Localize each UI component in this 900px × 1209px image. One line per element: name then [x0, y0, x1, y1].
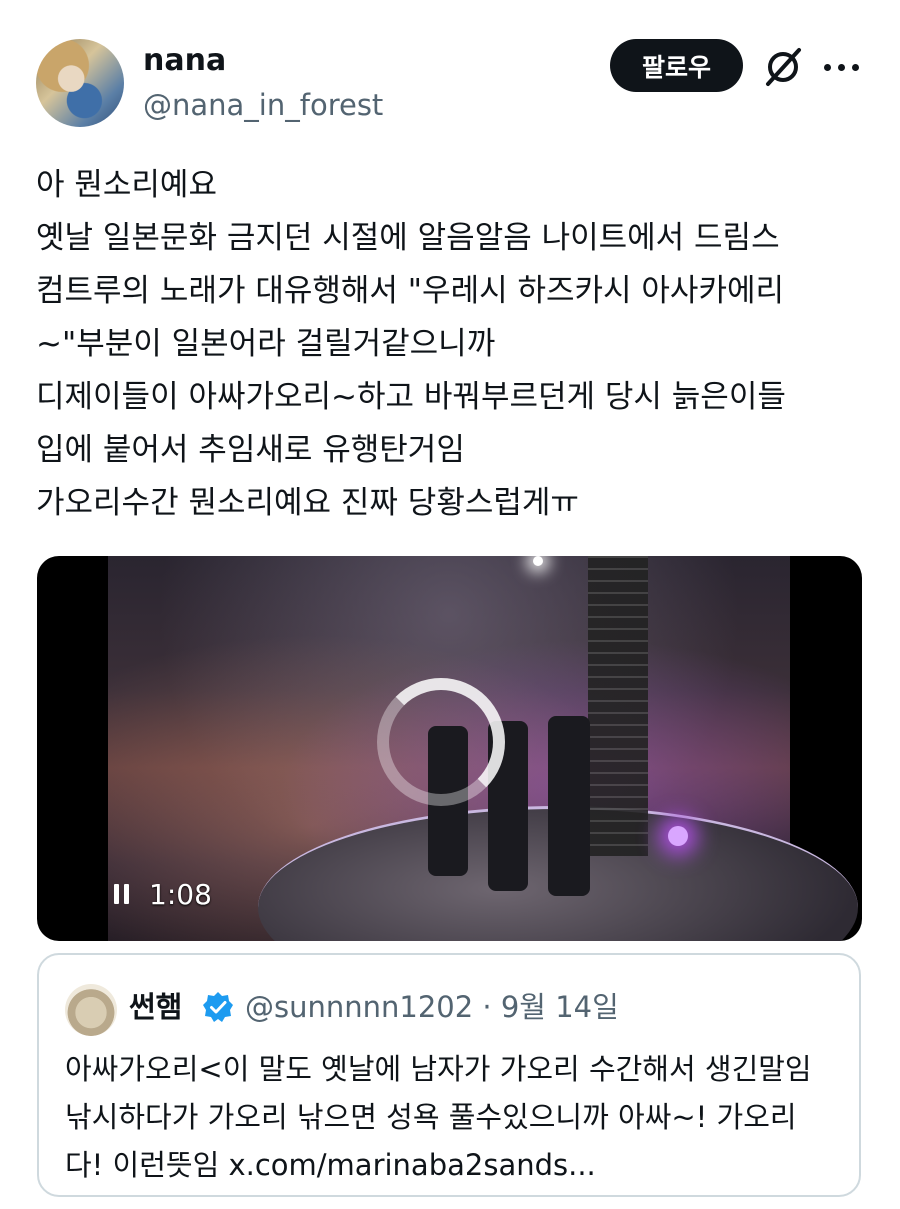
grok-icon[interactable] — [762, 46, 804, 88]
quote-line: 낚시하다가 가오리 낚으면 성욕 풀수있으니까 아싸~! 가오리 — [65, 1100, 797, 1134]
tweet-text: 아 뭔소리예요 옛날 일본문화 금지던 시절에 알음알음 나이트에서 드림스 컴… — [36, 159, 876, 530]
tweet-line: 디제이들이 아싸가오리~하고 바꿔부르던게 당시 늙은이들 — [36, 379, 786, 415]
tweet-line: 가오리수간 뭔소리예요 진짜 당황스럽게ㅠ — [36, 485, 579, 521]
quoted-tweet[interactable]: 썬햄 @sunnnnn1202 · 9월 14일 아싸가오리<이 말도 옛날에 … — [37, 953, 861, 1197]
tweet-line: ~"부분이 일본어라 걸릴거같으니까 — [36, 326, 496, 362]
verified-badge-icon — [203, 992, 233, 1022]
stage-tower-image — [588, 556, 648, 856]
quote-display-name[interactable]: 썬햄 — [129, 987, 182, 1027]
author-avatar[interactable] — [36, 39, 124, 127]
stage-light-image — [668, 826, 688, 846]
tweet-line: 입에 붙어서 추임새로 유행탄거임 — [36, 432, 465, 468]
quote-handle-date: @sunnnnn1202 · 9월 14일 — [245, 990, 619, 1024]
spotlight-image — [533, 556, 543, 566]
more-options-icon[interactable] — [824, 53, 864, 81]
quote-avatar[interactable] — [65, 984, 117, 1036]
author-display-name[interactable]: nana — [143, 42, 226, 80]
author-handle[interactable]: @nana_in_forest — [143, 86, 383, 124]
quote-line: 아싸가오리<이 말도 옛날에 남자가 가오리 수간해서 생긴말임 — [65, 1052, 812, 1086]
pause-icon[interactable] — [114, 881, 134, 907]
tweet-line: 아 뭔소리예요 — [36, 167, 217, 203]
video-player[interactable]: 1:08 — [37, 556, 862, 941]
tweet-line: 옛날 일본문화 금지던 시절에 알음알음 나이트에서 드림스 — [36, 220, 780, 256]
loading-spinner-icon — [377, 678, 505, 806]
quote-line[interactable]: 다! 이런뜻임 x.com/marinaba2sands... — [65, 1141, 855, 1189]
tweet-line: 컴트루의 노래가 대유행해서 "우레시 하즈카시 아사카에리 — [36, 273, 785, 309]
quote-text: 아싸가오리<이 말도 옛날에 남자가 가오리 수간해서 생긴말임 낚시하다가 가… — [65, 1045, 855, 1189]
video-time: 1:08 — [149, 878, 212, 911]
performer-figure — [548, 716, 590, 896]
follow-button[interactable]: 팔로우 — [610, 39, 743, 92]
